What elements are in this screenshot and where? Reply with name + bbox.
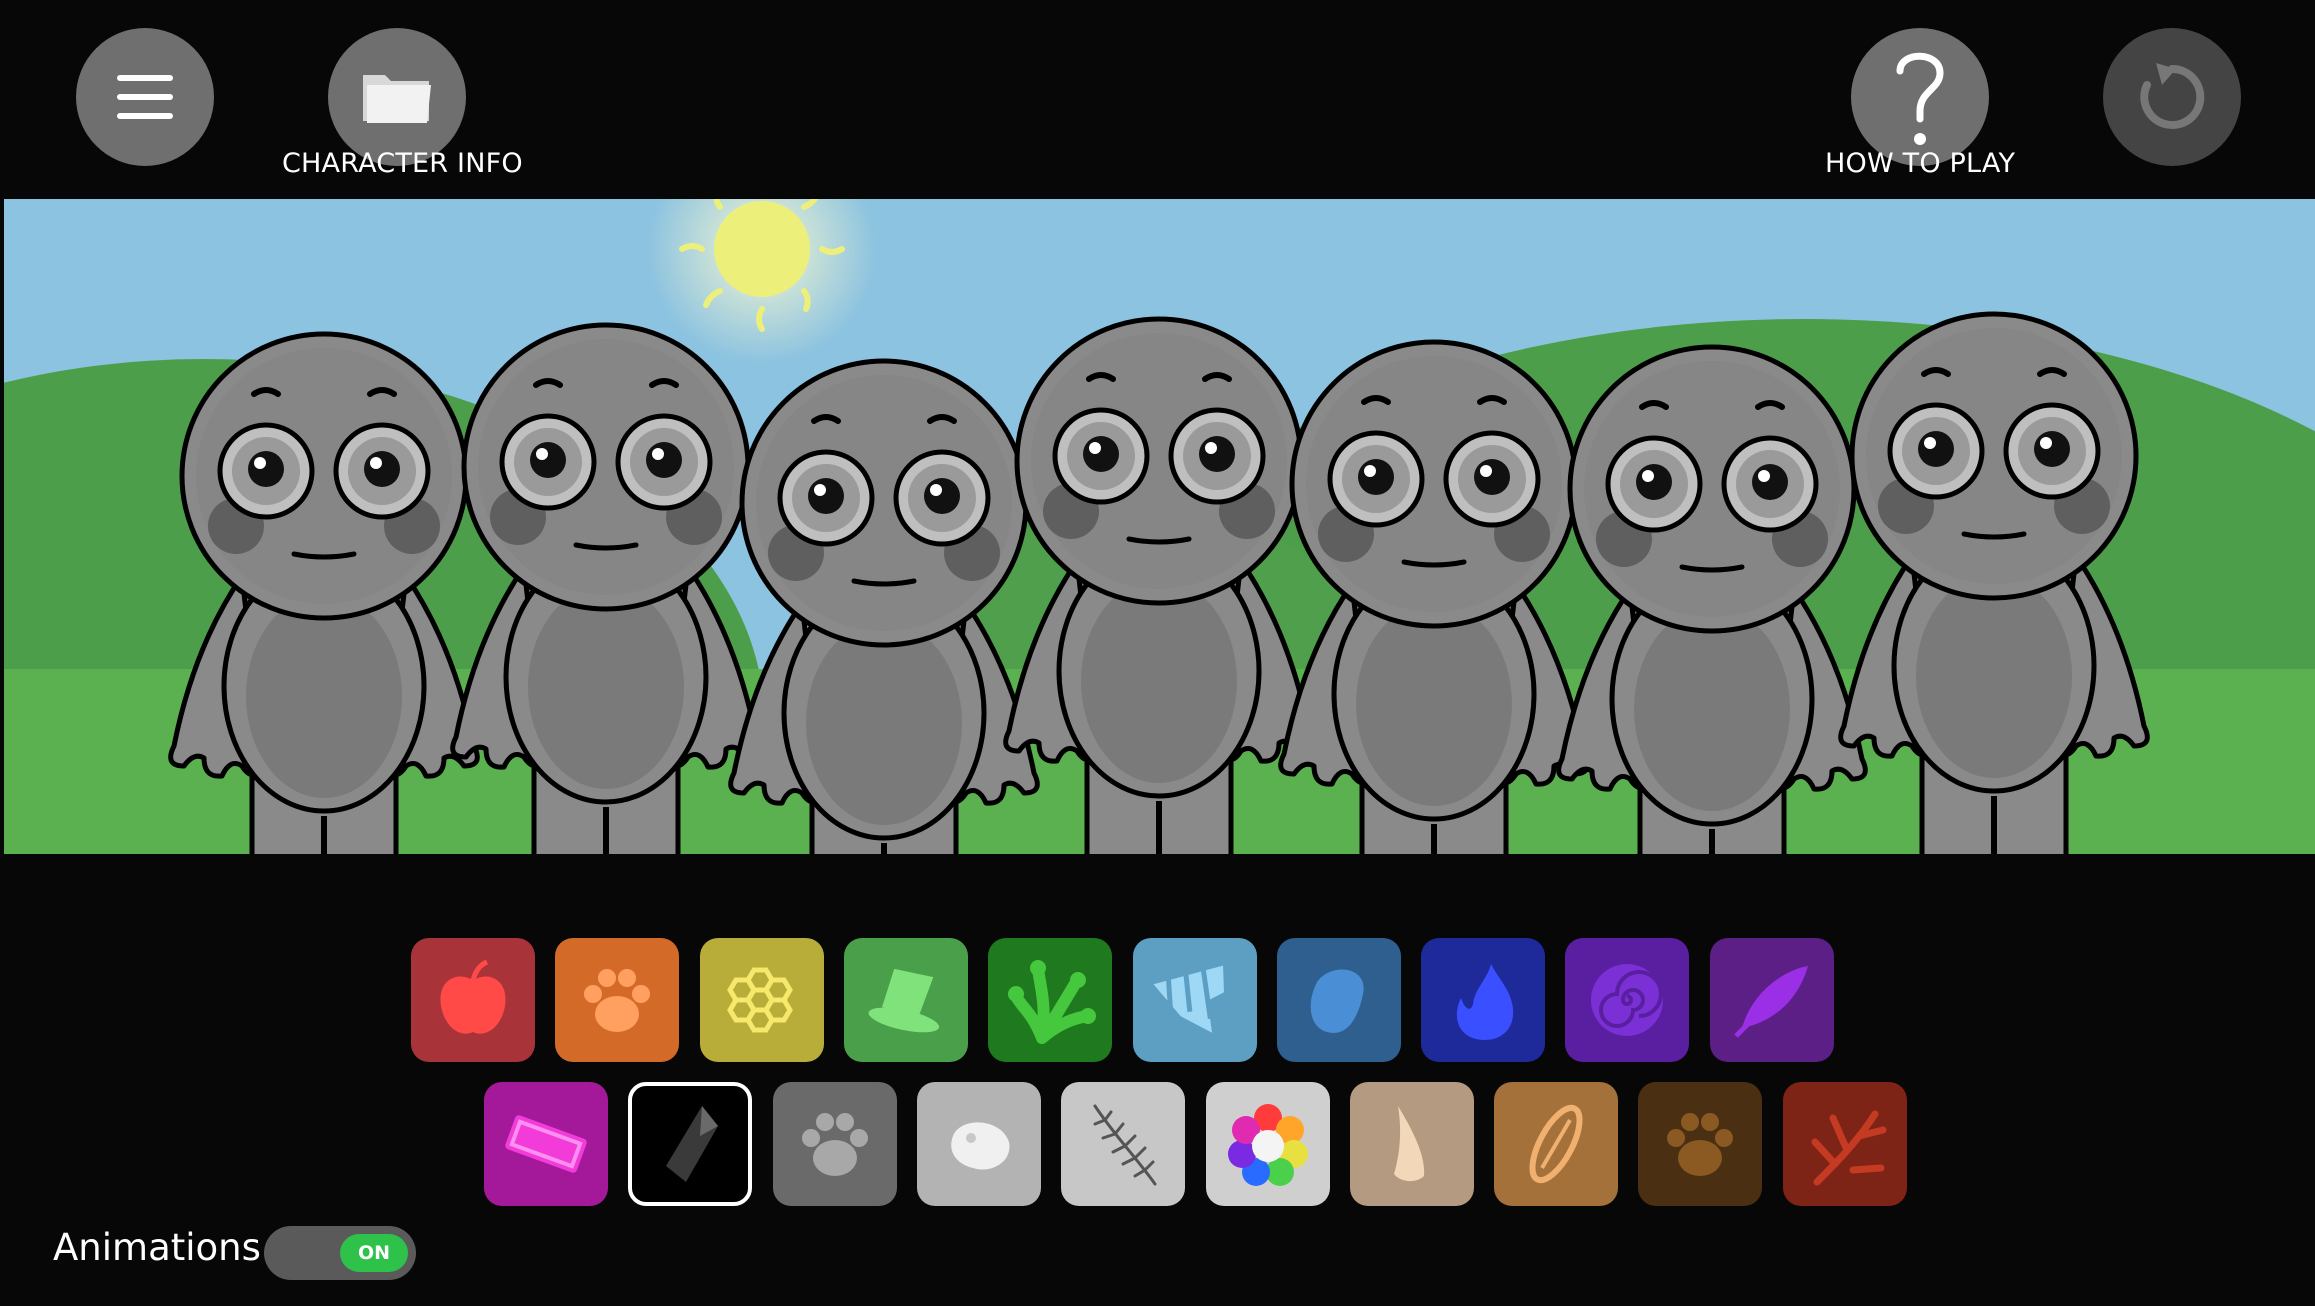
palette-swatch-bread[interactable] bbox=[1494, 1082, 1619, 1206]
question-mark-icon bbox=[1896, 52, 1944, 145]
hamburger-menu-icon bbox=[117, 75, 173, 119]
palette-swatch-brown-paw[interactable] bbox=[1638, 1082, 1763, 1206]
animations-toggle[interactable]: ON bbox=[264, 1226, 416, 1280]
coral-icon bbox=[1811, 1110, 1887, 1186]
animations-toggle-knob: ON bbox=[340, 1234, 408, 1272]
striped-cloth-icon bbox=[1152, 965, 1224, 1033]
palette-swatch-obsidian-shard[interactable] bbox=[628, 1082, 753, 1206]
palette-swatch-spiral[interactable] bbox=[1565, 938, 1690, 1062]
blue-flame-icon bbox=[1456, 964, 1514, 1040]
water-drop-icon bbox=[1310, 969, 1364, 1033]
character-scene bbox=[4, 199, 2315, 854]
animations-label: Animations bbox=[53, 1226, 261, 1269]
folder-icon bbox=[363, 75, 431, 123]
fern-leaf-icon bbox=[1093, 1104, 1157, 1186]
reset-button[interactable] bbox=[2103, 28, 2241, 166]
frog-hand-icon bbox=[1008, 960, 1097, 1044]
grey-paw-icon bbox=[801, 1113, 868, 1176]
palette-swatch-grey-paw[interactable] bbox=[772, 1082, 897, 1206]
paw-print-icon bbox=[584, 969, 651, 1032]
palette-swatch-water-drop[interactable] bbox=[1276, 938, 1401, 1062]
palette-swatch-paw-print[interactable] bbox=[555, 938, 680, 1062]
horn-icon bbox=[1393, 1106, 1424, 1182]
feather-quill-icon bbox=[1733, 966, 1808, 1038]
rainbow-flower-icon bbox=[1227, 1104, 1308, 1186]
stone-icon bbox=[951, 1122, 1010, 1170]
honeycomb-icon bbox=[726, 967, 793, 1033]
top-hat-icon bbox=[868, 968, 939, 1033]
menu-button[interactable] bbox=[76, 28, 214, 166]
character-info-label: CHARACTER INFO bbox=[282, 148, 523, 179]
palette-swatch-honeycomb[interactable] bbox=[699, 938, 824, 1062]
how-to-play-button[interactable] bbox=[1851, 28, 1989, 166]
brown-paw-icon bbox=[1667, 1113, 1734, 1176]
how-to-play-label: HOW TO PLAY bbox=[1825, 148, 2016, 179]
character-info-button[interactable] bbox=[328, 28, 466, 166]
palette-swatch-fern-leaf[interactable] bbox=[1061, 1082, 1186, 1206]
palette-swatch-coral[interactable] bbox=[1782, 1082, 1907, 1206]
palette-swatch-stone[interactable] bbox=[916, 1082, 1041, 1206]
spiral-icon bbox=[1591, 964, 1664, 1036]
palette-swatch-striped-cloth[interactable] bbox=[1132, 938, 1257, 1062]
apple-icon bbox=[440, 959, 506, 1034]
palette-swatch-horn[interactable] bbox=[1349, 1082, 1474, 1206]
palette-swatch-feather-quill[interactable] bbox=[1709, 938, 1834, 1062]
palette-swatch-frog-hand[interactable] bbox=[988, 938, 1113, 1062]
palette-swatch-blue-flame[interactable] bbox=[1421, 938, 1546, 1062]
reset-arrow-icon bbox=[2140, 63, 2205, 129]
obsidian-shard-icon bbox=[666, 1106, 719, 1182]
eraser-icon bbox=[505, 1115, 587, 1173]
palette-swatch-top-hat[interactable] bbox=[843, 938, 968, 1062]
bread-icon bbox=[1529, 1104, 1583, 1184]
palette-swatch-eraser[interactable] bbox=[484, 1082, 608, 1206]
palette-swatch-apple[interactable] bbox=[411, 938, 535, 1062]
palette-swatch-rainbow-flower[interactable] bbox=[1205, 1082, 1330, 1206]
